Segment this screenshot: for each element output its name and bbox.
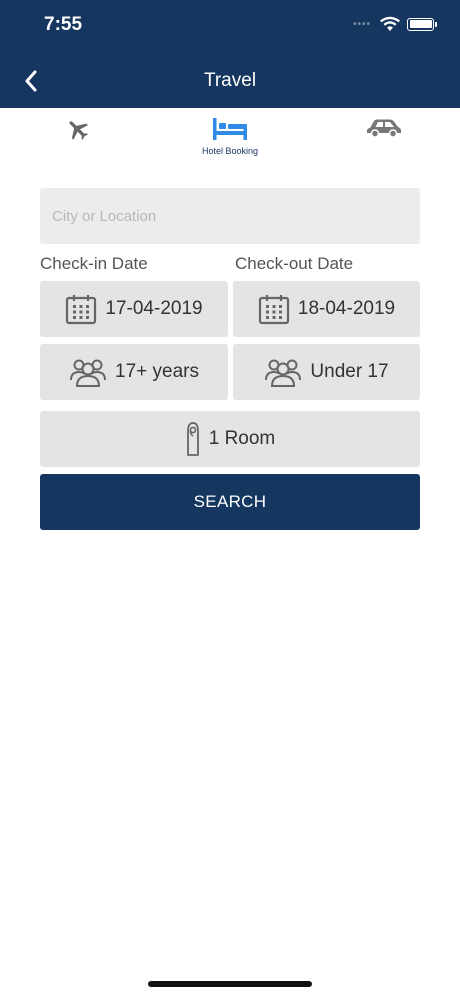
city-input[interactable] [40,188,420,244]
checkin-label: Check-in Date [40,254,148,273]
adults-value: 17+ years [115,361,199,382]
car-icon [367,119,401,138]
people-icon [265,359,302,387]
children-selector[interactable]: Under 17 [233,344,420,400]
status-time: 7:55 [44,14,83,35]
checkout-date-value: 18-04-2019 [297,298,396,319]
people-icon [70,359,106,387]
door-hanger-icon [186,422,199,456]
checkin-date-button[interactable]: 17-04-2019 [40,281,228,337]
top-bar: 7:55 •••• Travel [0,0,460,108]
search-button[interactable]: SEARCH [40,474,420,530]
calendar-icon [66,295,97,325]
children-value: Under 17 [310,361,389,382]
tab-car[interactable] [362,108,406,164]
tab-hotel-booking[interactable]: Hotel Booking [190,108,270,164]
page-title: Travel [203,70,257,91]
checkout-date-button[interactable]: 18-04-2019 [233,281,420,337]
bed-icon [213,118,247,140]
wifi-icon [380,16,400,31]
rooms-value: 1 Room [208,428,276,449]
adults-selector[interactable]: 17+ years [40,344,228,400]
tab-hotel-label: Hotel Booking [201,146,259,156]
calendar-icon [258,295,289,325]
airplane-icon [69,121,88,140]
rooms-selector[interactable]: 1 Room [40,411,420,467]
checkin-date-value: 17-04-2019 [105,298,203,319]
tab-flight[interactable] [58,108,98,164]
signal-dots-icon: •••• [352,18,371,30]
booking-tabs: Hotel Booking [0,108,460,164]
battery-icon [407,17,437,31]
status-icons: •••• [352,15,437,33]
home-indicator[interactable] [148,981,312,987]
checkout-label: Check-out Date [235,254,354,273]
